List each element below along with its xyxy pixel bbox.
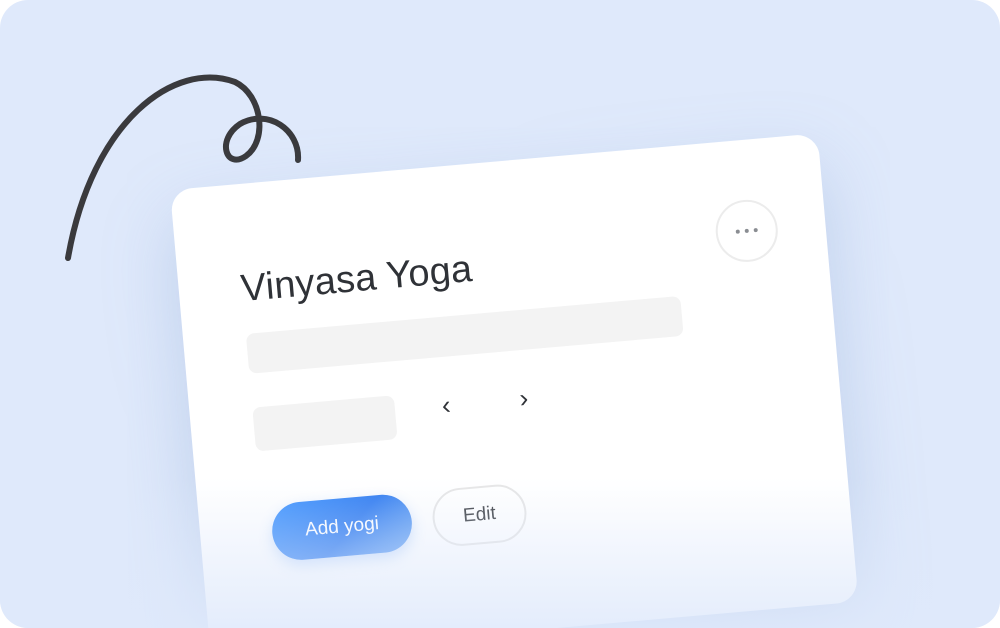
add-yogi-button[interactable]: Add yogi bbox=[269, 492, 415, 563]
illustration-frame: Vinyasa Yoga ‹ › Add yogi Edit bbox=[0, 0, 1000, 628]
more-horizontal-icon bbox=[735, 227, 758, 234]
chevron-right-icon[interactable]: › bbox=[518, 383, 529, 414]
edit-button[interactable]: Edit bbox=[430, 482, 529, 549]
description-placeholder bbox=[245, 295, 684, 374]
chevron-left-icon[interactable]: ‹ bbox=[440, 389, 451, 420]
date-placeholder bbox=[252, 395, 398, 452]
class-card: Vinyasa Yoga ‹ › Add yogi Edit bbox=[170, 133, 859, 628]
more-options-button[interactable] bbox=[713, 197, 781, 265]
class-title: Vinyasa Yoga bbox=[239, 248, 474, 311]
